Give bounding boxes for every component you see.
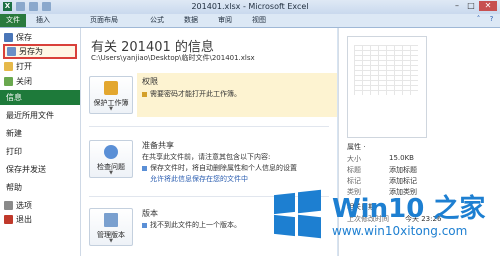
nav-exit-label: 退出 <box>16 215 32 224</box>
watermark: Win10 之家 www.win10xitong.com <box>268 176 500 256</box>
maximize-button[interactable]: □ <box>465 1 477 11</box>
minimize-button[interactable]: – <box>451 1 463 11</box>
nav-print-label: 打印 <box>6 147 22 156</box>
nav-recent[interactable]: 最近所用文件 <box>0 108 80 123</box>
permissions-line: 需要密码才能打开此工作簿。 <box>150 90 241 98</box>
properties-heading[interactable]: 属性 · <box>347 142 365 152</box>
key-icon <box>142 91 147 97</box>
chevron-down-icon: ▼ <box>109 106 113 112</box>
nav-open[interactable]: 打开 <box>0 59 80 74</box>
nav-recent-label: 最近所用文件 <box>6 111 54 120</box>
lock-icon <box>104 81 118 95</box>
check-issues-button[interactable]: 检查问题 ▼ <box>89 140 133 178</box>
close-button[interactable]: ✕ <box>479 1 497 11</box>
tab-file[interactable]: 文件 <box>0 14 26 27</box>
tab-insert[interactable]: 插入 <box>36 14 50 27</box>
folder-open-icon <box>4 62 13 71</box>
nav-info-label: 信息 <box>6 93 22 102</box>
window-title: 201401.xlsx - Microsoft Excel <box>191 2 309 11</box>
prop-key: 标题 <box>347 166 361 174</box>
nav-exit[interactable]: 退出 <box>0 212 80 227</box>
nav-help[interactable]: 帮助 <box>0 180 80 195</box>
ribbon-tabs: 文件 插入 页面布局 公式 数据 审阅 视图 ˄ ? <box>0 14 500 28</box>
document-preview <box>347 36 427 138</box>
watermark-title: Win10 之家 <box>332 194 486 224</box>
versions-line: 找不到此文件的上一个版本。 <box>150 221 241 229</box>
nav-open-label: 打开 <box>16 62 32 71</box>
nav-close[interactable]: 关闭 <box>0 74 80 89</box>
options-icon <box>4 201 13 210</box>
ribbon-minimize-icon[interactable]: ˄ <box>474 15 483 24</box>
permissions-heading: 权限 <box>142 77 158 86</box>
manage-versions-button[interactable]: 管理版本 ▼ <box>89 208 133 246</box>
prepare-heading: 准备共享 <box>142 141 174 150</box>
chevron-down-icon: ▼ <box>109 238 113 244</box>
versions-text: 找不到此文件的上一个版本。 <box>142 220 241 230</box>
tab-data[interactable]: 数据 <box>184 14 198 27</box>
versions-icon <box>104 213 118 227</box>
ribbon-right-controls: ˄ ? <box>474 15 496 24</box>
protect-workbook-button[interactable]: 保护工作簿 ▼ <box>89 76 133 114</box>
check-issues-icon <box>104 145 118 159</box>
divider <box>89 126 329 127</box>
windows-logo-icon <box>274 189 322 239</box>
tab-formulas[interactable]: 公式 <box>150 14 164 27</box>
watermark-url: www.win10xitong.com <box>332 224 468 238</box>
prepare-line-1: 在共享此文件前，请注意其包含以下内容: <box>142 153 271 161</box>
prop-value: 15.0KB <box>389 154 414 162</box>
exit-icon <box>4 215 13 224</box>
nav-close-label: 关闭 <box>16 77 32 86</box>
tab-page-layout[interactable]: 页面布局 <box>90 14 118 27</box>
prop-key: 大小 <box>347 155 361 163</box>
nav-save-label: 保存 <box>16 33 32 42</box>
tab-view[interactable]: 视图 <box>252 14 266 27</box>
prop-value[interactable]: 添加标题 <box>389 165 417 175</box>
file-path: C:\Users\yanjiao\Desktop\临时文件\201401.xls… <box>91 54 255 62</box>
nav-options[interactable]: 选项 <box>0 198 80 213</box>
bullet-icon <box>142 165 147 171</box>
sheet-thumbnail <box>354 45 418 95</box>
versions-heading: 版本 <box>142 209 158 218</box>
tab-review[interactable]: 审阅 <box>218 14 232 27</box>
permissions-text: 需要密码才能打开此工作簿。 <box>142 89 241 99</box>
nav-print[interactable]: 打印 <box>0 144 80 159</box>
save-as-icon <box>7 47 16 56</box>
nav-save-as[interactable]: 另存为 <box>3 44 77 59</box>
nav-save-as-label: 另存为 <box>19 47 43 56</box>
close-file-icon <box>4 77 13 86</box>
backstage-nav: 保存 另存为 打开 关闭 信息 最近所用文件 新建 打印 保存并发送 帮助 选项… <box>0 28 81 256</box>
nav-options-label: 选项 <box>16 201 32 210</box>
nav-info[interactable]: 信息 <box>0 90 80 105</box>
help-icon[interactable]: ? <box>487 15 496 24</box>
prepare-line-2: 保存文件时，将自动删除属性和个人信息的设置 <box>142 163 297 173</box>
bullet-icon <box>142 222 147 228</box>
nav-save-send[interactable]: 保存并发送 <box>0 162 80 177</box>
permissions-section: 保护工作簿 ▼ 权限 需要密码才能打开此工作簿。 <box>89 73 337 120</box>
nav-help-label: 帮助 <box>6 183 22 192</box>
window-controls: – □ ✕ <box>451 1 497 11</box>
title-bar: X 201401.xlsx - Microsoft Excel – □ ✕ <box>0 0 500 14</box>
prepare-line-2-text: 保存文件时，将自动删除属性和个人信息的设置 <box>150 164 297 172</box>
nav-save-send-label: 保存并发送 <box>6 165 46 174</box>
save-icon <box>4 33 13 42</box>
allow-save-info-link[interactable]: 允许将此信息保存在您的文件中 <box>150 174 248 184</box>
nav-new-label: 新建 <box>6 129 22 138</box>
nav-new[interactable]: 新建 <box>0 126 80 141</box>
chevron-down-icon: ▼ <box>109 170 113 176</box>
nav-save[interactable]: 保存 <box>0 30 80 45</box>
